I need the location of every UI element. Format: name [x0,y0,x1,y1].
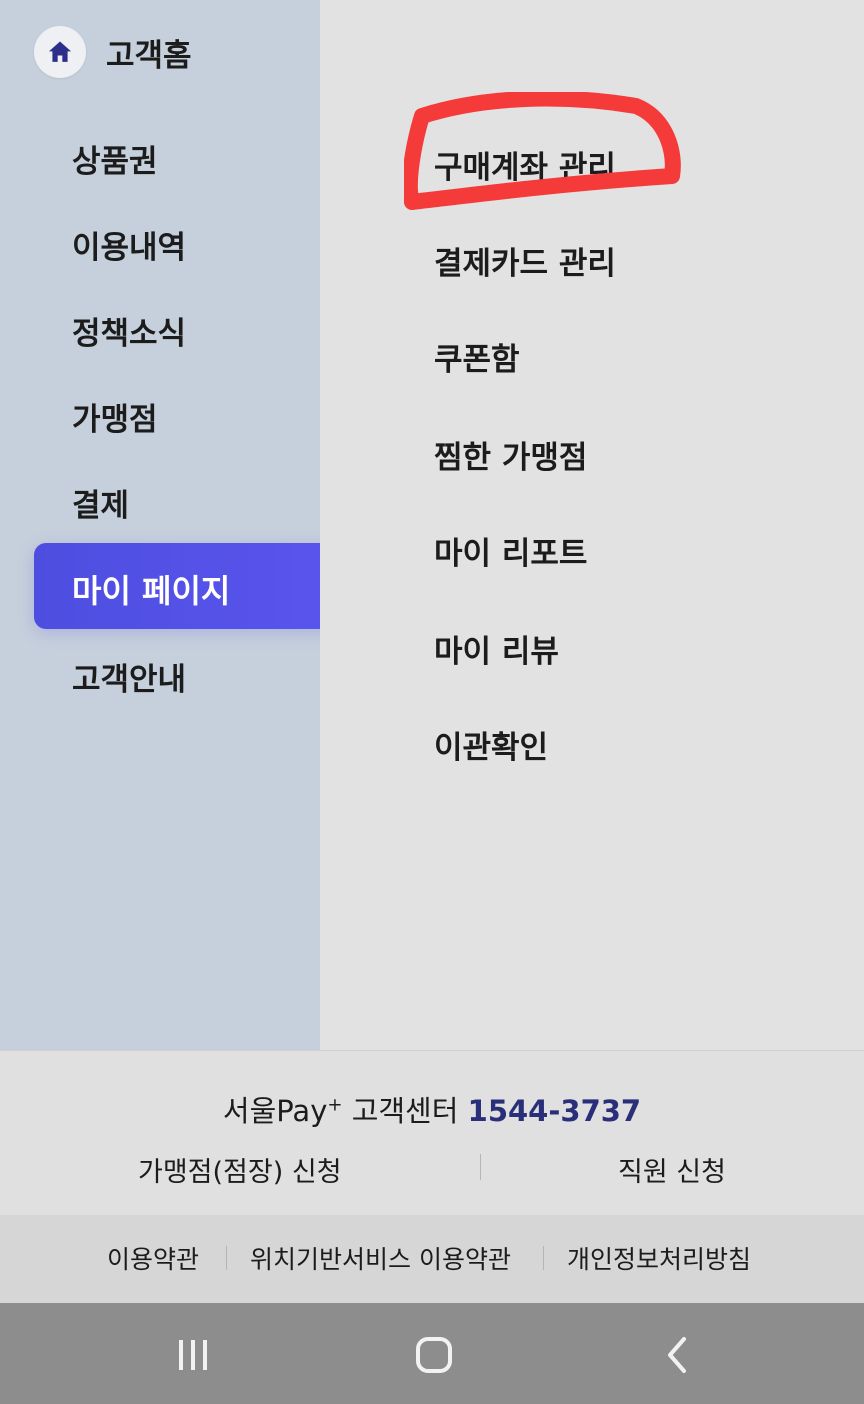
submenu-item-my-review[interactable]: 마이 리뷰 [434,626,559,671]
sidebar: 고객홈 상품권 이용내역 정책소식 가맹점 결제 고객안내 [0,0,320,1050]
home-icon [48,41,72,62]
submenu-item-purchase-account[interactable]: 구매계좌 관리 [434,142,616,187]
submenu-panel: 구매계좌 관리 결제카드 관리 쿠폰함 찜한 가맹점 마이 리포트 마이 리뷰 … [320,0,864,1050]
back-button[interactable] [652,1330,702,1380]
recents-icon [179,1340,207,1370]
recents-button[interactable] [168,1330,218,1380]
cs-phone-link[interactable]: 1544-3737 [468,1094,641,1128]
footer [0,1050,864,1215]
footer-divider [480,1154,481,1180]
sidebar-item-gift-cards[interactable]: 상품권 [72,136,158,181]
sidebar-item-merchants[interactable]: 가맹점 [72,394,158,439]
cs-brand: 서울Pay [222,1094,328,1128]
submenu-item-favorite-merchants[interactable]: 찜한 가맹점 [434,432,587,477]
apply-staff-link[interactable]: 직원 신청 [618,1150,726,1189]
app-root: 고객홈 상품권 이용내역 정책소식 가맹점 결제 고객안내 마이 페이지 구매계… [0,0,864,1404]
home-button[interactable]: 고객홈 [34,26,192,78]
back-icon [668,1337,686,1373]
submenu-item-payment-card[interactable]: 결제카드 관리 [434,238,616,283]
sidebar-item-customer-guide[interactable]: 고객안내 [72,654,186,699]
home-label: 고객홈 [106,37,192,74]
cs-label: 고객센터 [351,1094,459,1128]
legal-divider [543,1246,544,1270]
terms-link[interactable]: 이용약관 [107,1240,199,1276]
sidebar-item-my-page-label[interactable]: 마이 페이지 [72,566,230,612]
nav-home-button[interactable] [408,1330,460,1380]
sidebar-item-history[interactable]: 이용내역 [72,222,186,267]
home-icon-circle [34,26,86,78]
apply-merchant-link[interactable]: 가맹점(점장) 신청 [138,1150,342,1189]
nav-home-icon [416,1337,452,1373]
cs-superscript: + [327,1094,343,1116]
privacy-link[interactable]: 개인정보처리방침 [567,1240,751,1276]
legal-divider [226,1246,227,1270]
customer-center-line: 서울Pay+ 고객센터 1544-3737 [0,1088,864,1130]
sidebar-item-policy-news[interactable]: 정책소식 [72,308,186,353]
submenu-item-transfer-check[interactable]: 이관확인 [434,722,548,767]
submenu-item-coupons[interactable]: 쿠폰함 [434,334,520,379]
submenu-item-my-report[interactable]: 마이 리포트 [434,528,587,573]
sidebar-item-payment[interactable]: 결제 [72,480,129,525]
location-terms-link[interactable]: 위치기반서비스 이용약관 [250,1240,511,1276]
